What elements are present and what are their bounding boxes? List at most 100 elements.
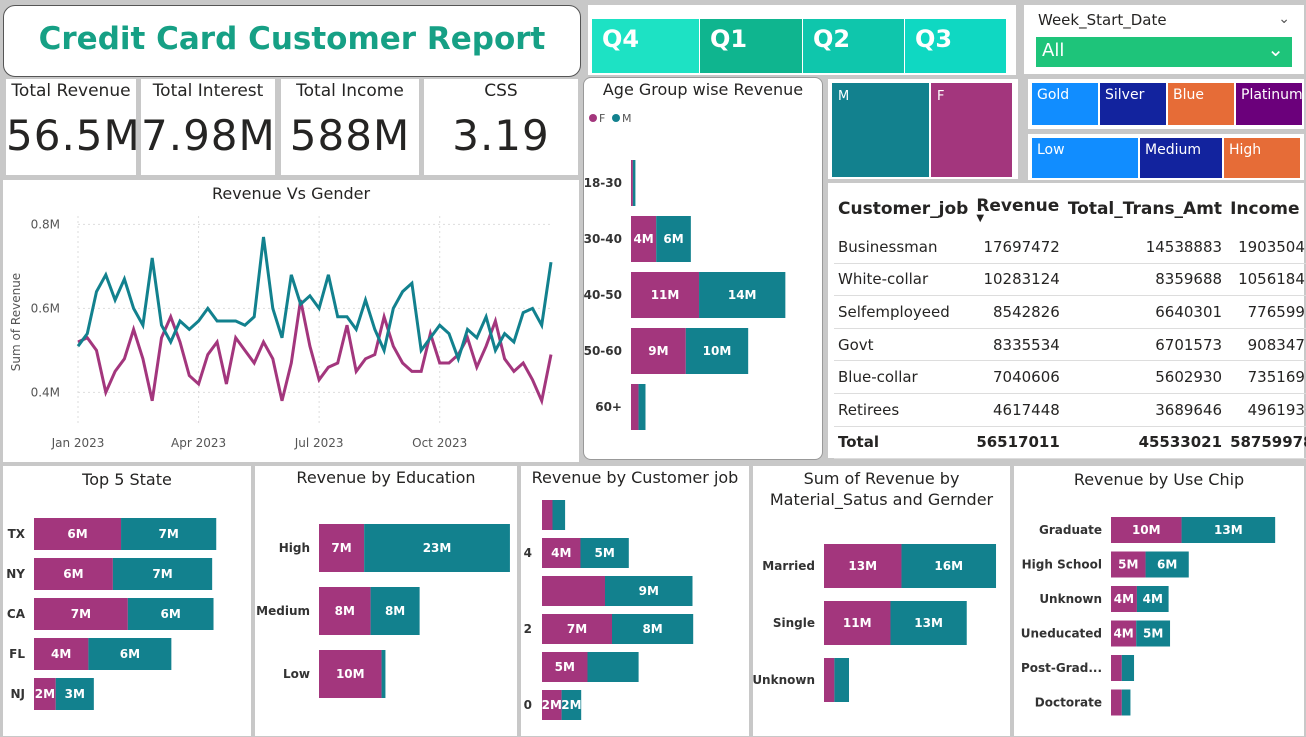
table-header-row: Customer_job Revenue ▼ Total_Trans_Amt In… [834,187,1306,231]
income-button-medium[interactable]: Medium [1140,138,1222,178]
data-label: 2M [561,698,581,712]
total-cell: 56517011 [972,426,1064,460]
state-bar-svg: TX 6M 7M NY 6M 7M CA 7M 6M FL 4M 6M NJ 2M 3M [6,518,217,710]
quarter-button-q2[interactable]: Q2 [803,19,904,73]
table-cell: Selfemployeed [834,295,973,329]
income-button-high[interactable]: High [1224,138,1300,178]
card-button-gold[interactable]: Gold [1032,83,1098,125]
data-label: 6M [663,232,683,246]
series-line-m [76,236,553,364]
table-cell: White-collar [834,263,973,297]
legend-label: F [599,112,605,125]
education-chart: Revenue by Education High 7M 23M Medium 8M 8M… [255,466,517,736]
y-tick-label: 0 [524,698,532,712]
data-label: 14M [728,288,757,302]
chart-title: Revenue by Customer job [531,468,739,487]
kpi-card-total-revenue: Total Revenue 56.5M [6,79,140,175]
date-slicer: Week_Start_Date ⌄ All ⌄ [1024,5,1304,74]
chevron-down-icon: ⌄ [1267,37,1284,61]
data-label: 4M [633,232,653,246]
gender-treemap: M F [828,79,1018,179]
kpi-label: Total Interest [152,81,264,101]
data-label: 7M [567,622,587,636]
column-header-sorted[interactable]: Revenue ▼ [972,187,1064,231]
table-cell: Retirees [834,393,973,427]
card-button-blue[interactable]: Blue [1168,83,1234,125]
y-tick-label: 2 [524,622,532,636]
data-label: 8M [385,604,405,618]
treemap-tile-m[interactable]: M [832,83,929,177]
data-label: 2M [542,698,562,712]
education-bar-svg: High 7M 23M Medium 8M 8M Low 10M [256,524,510,698]
data-label: 16M [934,559,963,573]
income-button-low[interactable]: Low [1032,138,1138,178]
report-title: Credit Card Customer Report [38,21,546,57]
data-label: 10M [703,344,732,358]
category-label: Post-Grad... [1021,661,1102,675]
income-group-slicer: Low Medium High [1028,134,1304,180]
chevron-down-icon[interactable]: ⌄ [1278,11,1290,27]
table-cell: 17697472 [972,231,1064,264]
table-cell: 7040606 [972,360,1064,394]
table-cell: 190350431 [1226,231,1306,264]
data-label: 7M [331,541,351,555]
total-cell: 45533021 [1063,426,1227,460]
card-button-platinum[interactable]: Platinum [1236,83,1303,125]
quarter-button-q1[interactable]: Q1 [700,19,802,73]
use-chip-chart: Revenue by Use Chip Graduate 10M 13M High S… [1014,466,1304,736]
category-label: Medium [256,604,310,618]
data-label: 5M [555,660,575,674]
table-row[interactable]: White-collar102831248359688105618475 [834,263,1306,297]
x-tick-label: Jan 2023 [51,436,105,450]
column-header[interactable]: Total_Trans_Amt [1064,187,1226,231]
table-cell: 77659931 [1226,295,1306,329]
category-label: Uneducated [1021,627,1102,641]
card-category-slicer: Gold Silver Blue Platinum [1028,79,1304,129]
kpi-card-total-interest: Total Interest 7.98M [141,79,275,175]
table-row[interactable]: Blue-collar7040606560293073516911 [834,360,1306,394]
job-bar-svg: 4M 5M 9M 7M 8M 5M 2M 2M 4 2 0 [524,500,694,720]
legend-marker-f [589,114,597,122]
chart-title: Revenue by Education [296,468,476,487]
marital-gender-chart: Sum of Revenue by Material_Satus and Ger… [753,466,1010,736]
bar-f [542,576,605,606]
data-label: 7M [152,567,172,581]
data-label: 4M [51,647,71,661]
table-cell: 49619308 [1226,393,1306,427]
table-cell: Blue-collar [834,360,973,394]
data-label: 11M [843,616,872,630]
table-row[interactable]: Businessman1769747214538883190350431 [834,231,1306,264]
bar-m [632,160,636,206]
kpi-value: 588M [289,111,411,160]
data-label: 6M [67,527,87,541]
quarter-button-q3[interactable]: Q3 [905,19,1006,73]
table-cell: 8335534 [972,328,1064,362]
column-header[interactable]: Customer_job [834,187,972,231]
bar-f [1111,655,1122,681]
bar-m [587,652,639,682]
date-slicer-dropdown[interactable]: All ⌄ [1036,37,1292,67]
column-header[interactable]: Income [1226,187,1306,231]
category-label: Single [773,616,815,630]
quarter-button-q4[interactable]: Q4 [592,19,699,73]
table-cell: Businessman [834,231,973,264]
table-row[interactable]: Retirees4617448368964649619308 [834,393,1306,427]
category-label: NJ [10,687,25,701]
card-button-silver[interactable]: Silver [1100,83,1166,125]
table-row[interactable]: Selfemployeed8542826664030177659931 [834,295,1306,329]
legend-marker-m [612,114,620,122]
table-row[interactable]: Govt8335534670157390834727 [834,328,1306,362]
x-tick-label: Jul 2023 [294,436,344,450]
bar-f [542,500,553,530]
date-slicer-label: Week_Start_Date [1038,11,1167,29]
treemap-tile-f[interactable]: F [931,83,1012,177]
treemap-label: M [838,89,850,104]
kpi-label: CSS [484,81,518,101]
data-label: 3M [65,687,85,701]
table-cell: Govt [834,328,973,362]
bar-f [1111,689,1122,716]
data-label: 13M [848,559,877,573]
category-label: Unknown [1039,592,1102,606]
category-label: High School [1022,558,1102,572]
table-total-row: Total 56517011 45533021 587599783 [834,426,1306,460]
